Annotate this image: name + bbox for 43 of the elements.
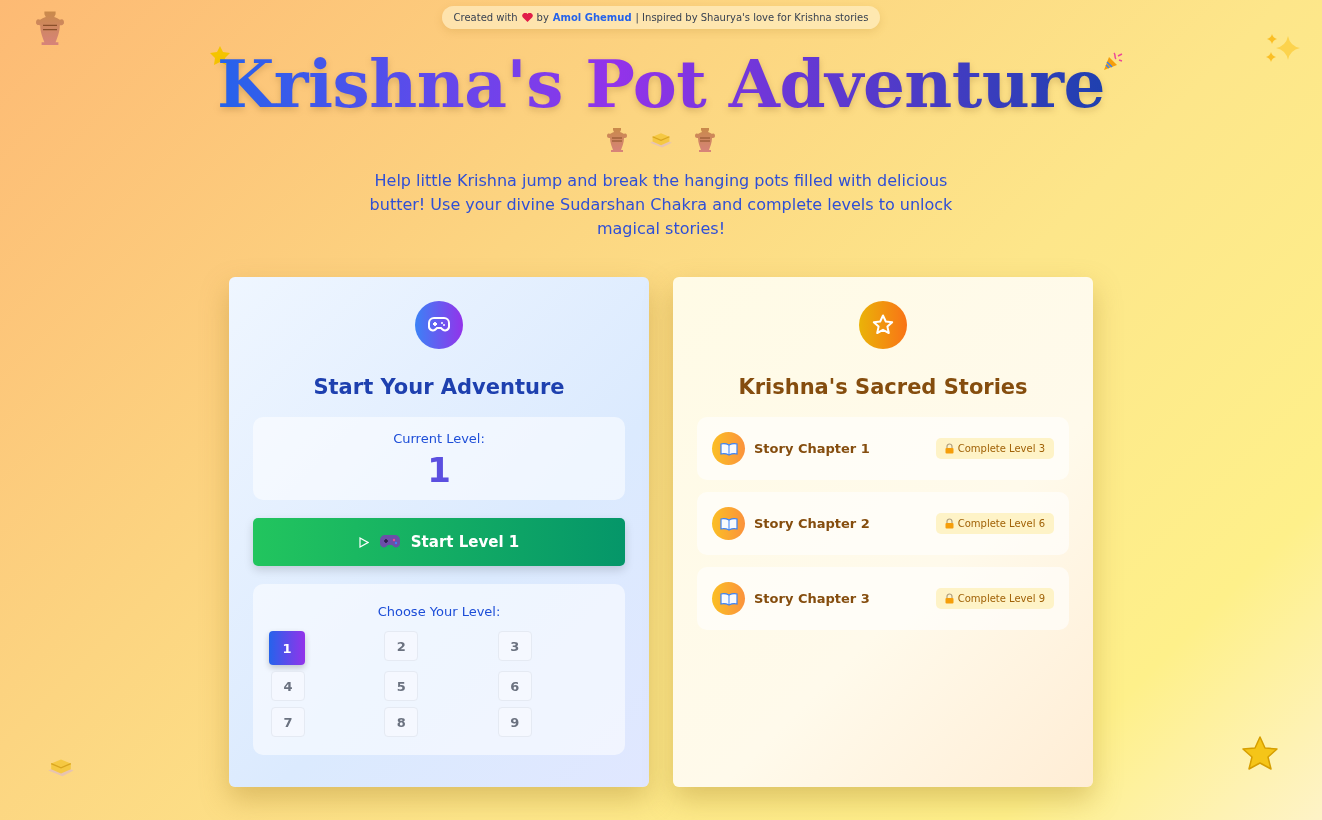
gamepad-icon [378, 534, 401, 550]
gamepad-icon [415, 301, 463, 349]
book-icon [712, 582, 745, 615]
heart-icon [521, 12, 533, 23]
level-button[interactable]: 2 [384, 631, 419, 661]
story-chapter-row[interactable]: Story Chapter 1 Complete Level 3 [697, 417, 1069, 480]
play-icon [358, 536, 369, 548]
chapter-title: Story Chapter 1 [754, 441, 871, 456]
level-button[interactable]: 4 [271, 671, 305, 701]
locked-badge: Complete Level 9 [935, 588, 1054, 609]
star-icon [1240, 735, 1280, 773]
vase-icon [36, 10, 64, 47]
story-chapter-row[interactable]: Story Chapter 2 Complete Level 6 [697, 492, 1069, 555]
intro-text: Help little Krishna jump and break the hanging pots filled with delicious butter! Use your divine Sudarshan Chakra and complete levels to unlock magical stories! [368, 170, 954, 240]
current-level-value: 1 [427, 450, 451, 490]
book-icon [712, 507, 745, 540]
vase-icon [607, 127, 627, 153]
level-button[interactable]: 3 [497, 631, 532, 661]
level-button[interactable]: 1 [269, 631, 305, 665]
credit-text: Created with [453, 12, 518, 23]
vase-icon [695, 127, 715, 153]
credit-text: by [536, 12, 549, 23]
current-level-label: Current Level: [393, 431, 485, 446]
level-button[interactable]: 5 [384, 671, 419, 701]
level-button[interactable]: 8 [384, 707, 419, 737]
level-button[interactable]: 6 [497, 671, 532, 701]
credit-text: | Inspired by Shaurya's love for Krishna stories [635, 12, 869, 23]
butter-icon [47, 758, 75, 778]
chapter-title: Story Chapter 3 [754, 591, 871, 606]
card-heading: Krishna's Sacred Stories [738, 375, 1028, 399]
start-level-button[interactable]: Start Level 1 [253, 518, 625, 566]
level-button[interactable]: 7 [271, 707, 305, 737]
author-link[interactable]: Amol Ghemud [552, 12, 632, 23]
locked-badge: Complete Level 3 [935, 438, 1054, 459]
book-icon [712, 432, 745, 465]
level-button[interactable]: 9 [497, 707, 532, 737]
locked-badge: Complete Level 6 [935, 513, 1054, 534]
choose-level-label: Choose Your Level: [377, 604, 501, 619]
butter-icon [649, 131, 673, 149]
party-popper-icon [1102, 50, 1124, 72]
story-chapter-row[interactable]: Story Chapter 3 Complete Level 9 [697, 567, 1069, 630]
card-heading: Start Your Adventure [313, 375, 565, 399]
chapter-title: Story Chapter 2 [754, 516, 871, 531]
